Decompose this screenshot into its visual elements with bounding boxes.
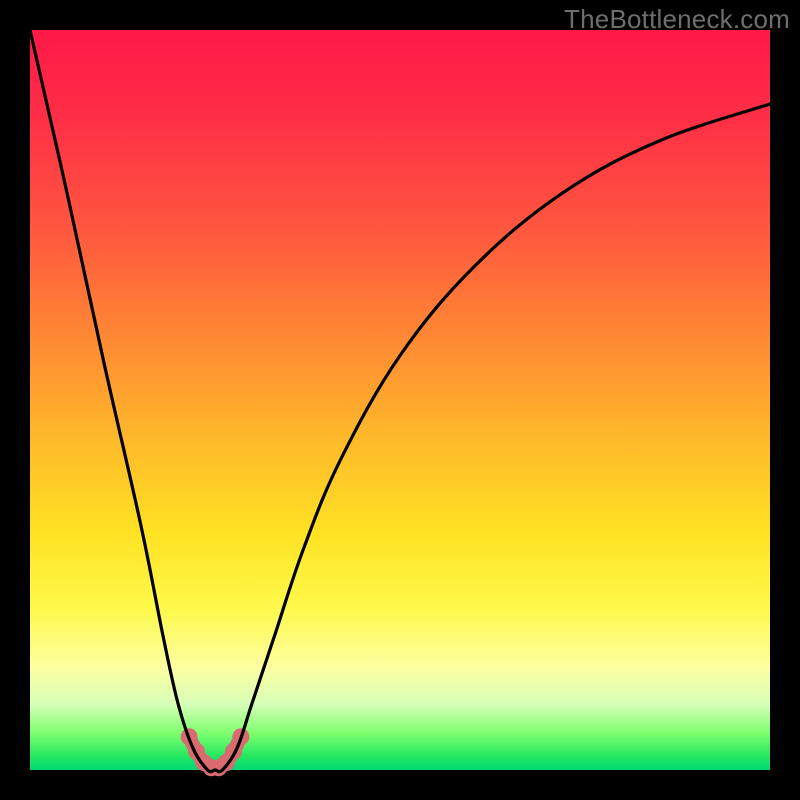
chart-container: TheBottleneck.com <box>0 0 800 800</box>
bottleneck-curve-line <box>30 30 770 772</box>
curve-layer <box>30 30 770 770</box>
plot-area <box>30 30 770 770</box>
